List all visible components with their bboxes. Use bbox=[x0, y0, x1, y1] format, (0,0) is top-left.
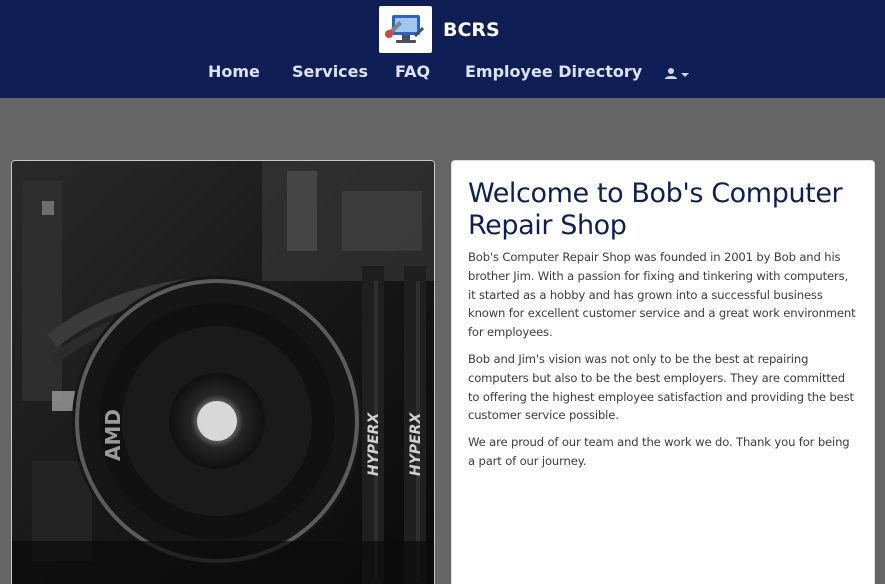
computer-repair-logo-icon[interactable] bbox=[379, 6, 432, 53]
nav-employee-directory[interactable]: Employee Directory bbox=[465, 62, 642, 81]
welcome-card: Welcome to Bob's Computer Repair Shop Bo… bbox=[451, 160, 875, 584]
user-menu-dropdown[interactable] bbox=[664, 66, 692, 80]
main-nav: Home Services FAQ Employee Directory bbox=[0, 62, 885, 86]
pc-cooler-photo: AMD HYPERX HYPERX bbox=[12, 161, 434, 584]
about-paragraph-3: We are proud of our team and the work we… bbox=[468, 435, 850, 468]
svg-text:HYPERX: HYPERX bbox=[366, 412, 382, 476]
page-title: Welcome to Bob's Computer Repair Shop bbox=[468, 178, 843, 241]
hero-image-card: AMD HYPERX HYPERX bbox=[11, 160, 435, 584]
caret-down-icon bbox=[681, 73, 689, 77]
brand[interactable]: BCRS bbox=[379, 6, 500, 53]
top-navbar: BCRS Home Services FAQ Employee Director… bbox=[0, 0, 885, 98]
nav-home[interactable]: Home bbox=[208, 62, 260, 81]
nav-services[interactable]: Services bbox=[292, 62, 368, 81]
user-icon bbox=[665, 68, 677, 79]
svg-text:HYPERX: HYPERX bbox=[408, 412, 424, 476]
about-paragraph-2: Bob and Jim's vision was not only to be … bbox=[468, 351, 854, 423]
brand-name[interactable]: BCRS bbox=[443, 19, 500, 41]
nav-faq[interactable]: FAQ bbox=[395, 62, 430, 81]
about-paragraph-1: Bob's Computer Repair Shop was founded i… bbox=[468, 250, 856, 340]
svg-text:AMD: AMD bbox=[101, 409, 125, 461]
